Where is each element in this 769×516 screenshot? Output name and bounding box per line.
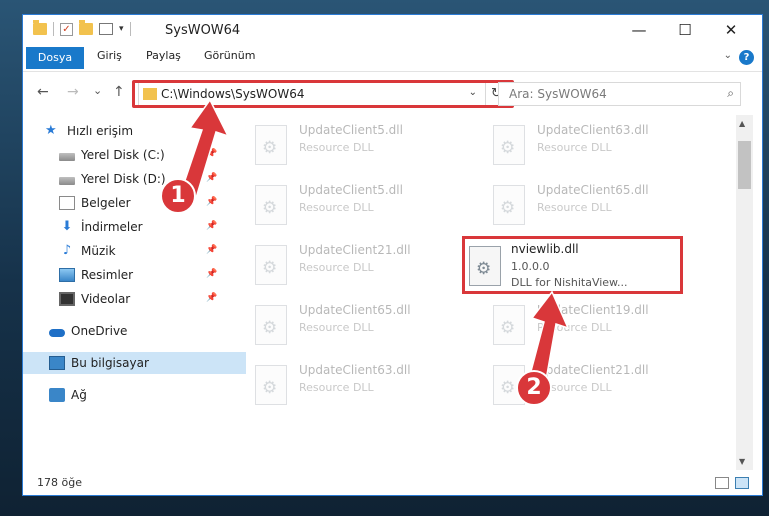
annotation-arrows	[179, 98, 570, 381]
arrow-2	[529, 290, 570, 381]
step-badge-2: 2	[516, 370, 552, 406]
step-badge-1: 1	[160, 178, 196, 214]
